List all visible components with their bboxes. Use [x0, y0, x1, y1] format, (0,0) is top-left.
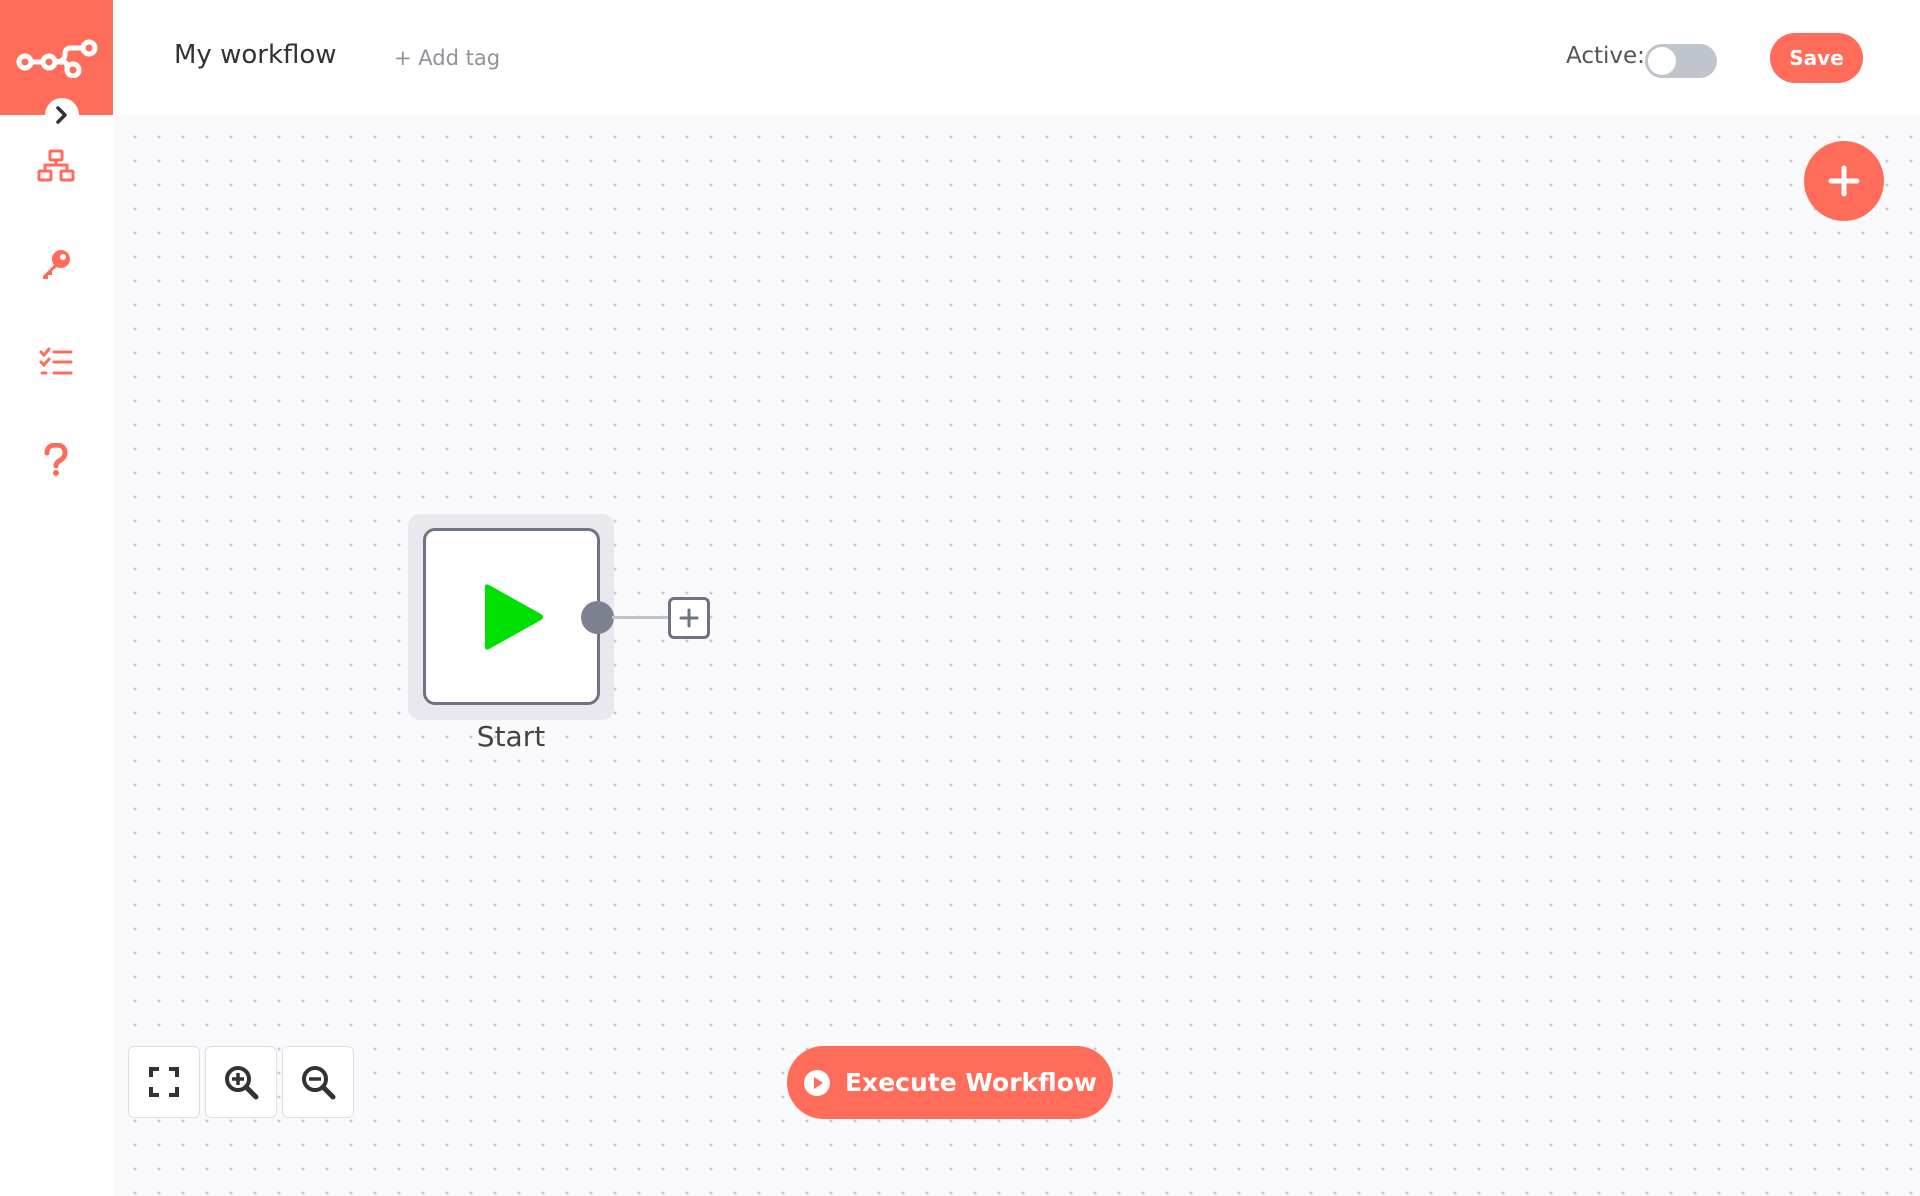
active-label: Active: [1566, 43, 1645, 69]
workflow-name[interactable]: My workflow [174, 40, 337, 70]
play-icon [484, 583, 543, 650]
connector-line [612, 616, 668, 619]
sidebar-item-executions[interactable] [32, 338, 80, 386]
node-label: Start [476, 720, 546, 753]
zoom-to-fit-button[interactable] [128, 1046, 200, 1118]
start-node[interactable] [423, 528, 600, 705]
sidebar-item-credentials[interactable] [32, 240, 80, 288]
sidebar-item-help[interactable] [32, 436, 80, 484]
plus-icon [679, 608, 699, 628]
zoom-in-button[interactable] [205, 1046, 277, 1118]
active-toggle[interactable] [1645, 44, 1717, 78]
execute-workflow-button[interactable]: Execute Workflow [787, 1046, 1113, 1119]
sidebar-collapse-button[interactable] [45, 98, 79, 132]
list-check-icon [39, 347, 73, 375]
zoom-out-icon [302, 1066, 336, 1100]
header: My workflow + Add tag Active: Save [113, 0, 1920, 115]
question-icon [44, 443, 68, 476]
plus-icon [1828, 165, 1860, 197]
add-connection-button[interactable] [668, 597, 710, 639]
zoom-out-button[interactable] [282, 1046, 354, 1118]
play-circle-icon [803, 1069, 830, 1096]
add-tag-button[interactable]: + Add tag [394, 46, 500, 70]
key-icon [43, 250, 70, 279]
network-icon [37, 149, 75, 182]
node-output-endpoint[interactable] [581, 601, 614, 634]
toggle-knob [1648, 47, 1676, 75]
workflow-canvas[interactable] [113, 115, 1920, 1196]
fullscreen-icon [149, 1067, 179, 1097]
save-button[interactable]: Save [1770, 33, 1863, 83]
zoom-in-icon [225, 1066, 259, 1100]
sidebar-item-workflows[interactable] [32, 142, 80, 190]
add-node-button[interactable] [1804, 141, 1884, 221]
n8n-logo-icon [16, 39, 97, 78]
chevron-right-icon [56, 106, 67, 124]
sidebar [0, 0, 113, 1196]
execute-label: Execute Workflow [844, 1068, 1097, 1097]
